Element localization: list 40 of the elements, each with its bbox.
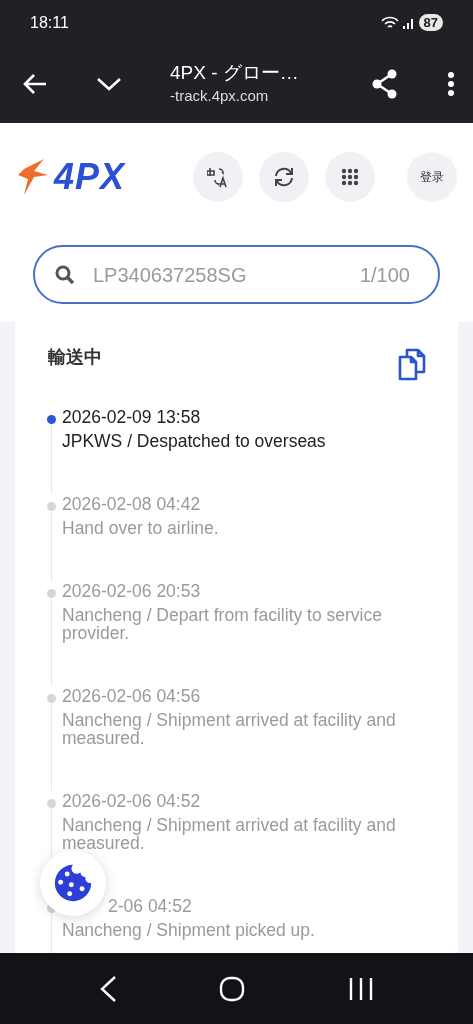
search-bar[interactable]: LP340637258SG 1/100: [33, 245, 440, 304]
event-time: 2026-02-06 04:56: [62, 686, 202, 706]
recent-apps-icon[interactable]: [347, 976, 374, 1001]
language-button[interactable]: [193, 152, 243, 202]
event-description: Nancheng / Shipment picked up.: [62, 921, 316, 939]
shipment-status: 輸送中: [48, 346, 102, 369]
event-description: Nancheng / Depart from facility to service provider.: [62, 606, 383, 642]
back-icon[interactable]: [99, 974, 118, 1003]
grid-icon: [341, 168, 359, 186]
login-button[interactable]: 登录: [407, 152, 457, 202]
battery-level: 87: [418, 14, 443, 31]
event-time: 2-06 04:52: [107, 896, 193, 916]
event-description: JPKWS / Despatched to overseas: [62, 432, 327, 450]
event-time: 2026-02-06 04:52: [62, 791, 202, 811]
apps-button[interactable]: [325, 152, 375, 202]
chevron-down-icon[interactable]: [96, 76, 122, 92]
refresh-button[interactable]: [259, 152, 309, 202]
home-icon[interactable]: [219, 975, 246, 1002]
wifi-icon: [380, 15, 399, 30]
event-time: 2026-02-09 13:58: [62, 407, 202, 427]
event-description: Nancheng / Shipment arrived at facility and measured.: [62, 816, 397, 852]
signal-icon: [402, 16, 415, 29]
translate-icon: [207, 166, 229, 188]
share-icon[interactable]: [371, 69, 399, 99]
cookie-icon: [53, 864, 93, 902]
logo: 4PX: [54, 155, 126, 199]
clock: 18:11: [30, 12, 69, 33]
menu-icon[interactable]: [447, 71, 455, 97]
event-time: 2026-02-06 20:53: [62, 581, 202, 601]
page-url: -track.4px.com: [170, 85, 270, 106]
back-arrow-icon[interactable]: [22, 73, 48, 95]
page-title: 4PX - グロー…: [170, 60, 300, 85]
event-time: 2026-02-08 04:42: [62, 494, 202, 514]
refresh-icon: [272, 165, 296, 189]
search-icon: [55, 264, 75, 285]
search-field[interactable]: LP340637258SG: [91, 258, 344, 291]
character-count: 1/100: [359, 262, 410, 288]
event-description: Nancheng / Shipment arrived at facility and measured.: [62, 711, 397, 747]
event-description: Hand over to airline.: [62, 519, 220, 537]
copy-icon[interactable]: [398, 348, 426, 381]
